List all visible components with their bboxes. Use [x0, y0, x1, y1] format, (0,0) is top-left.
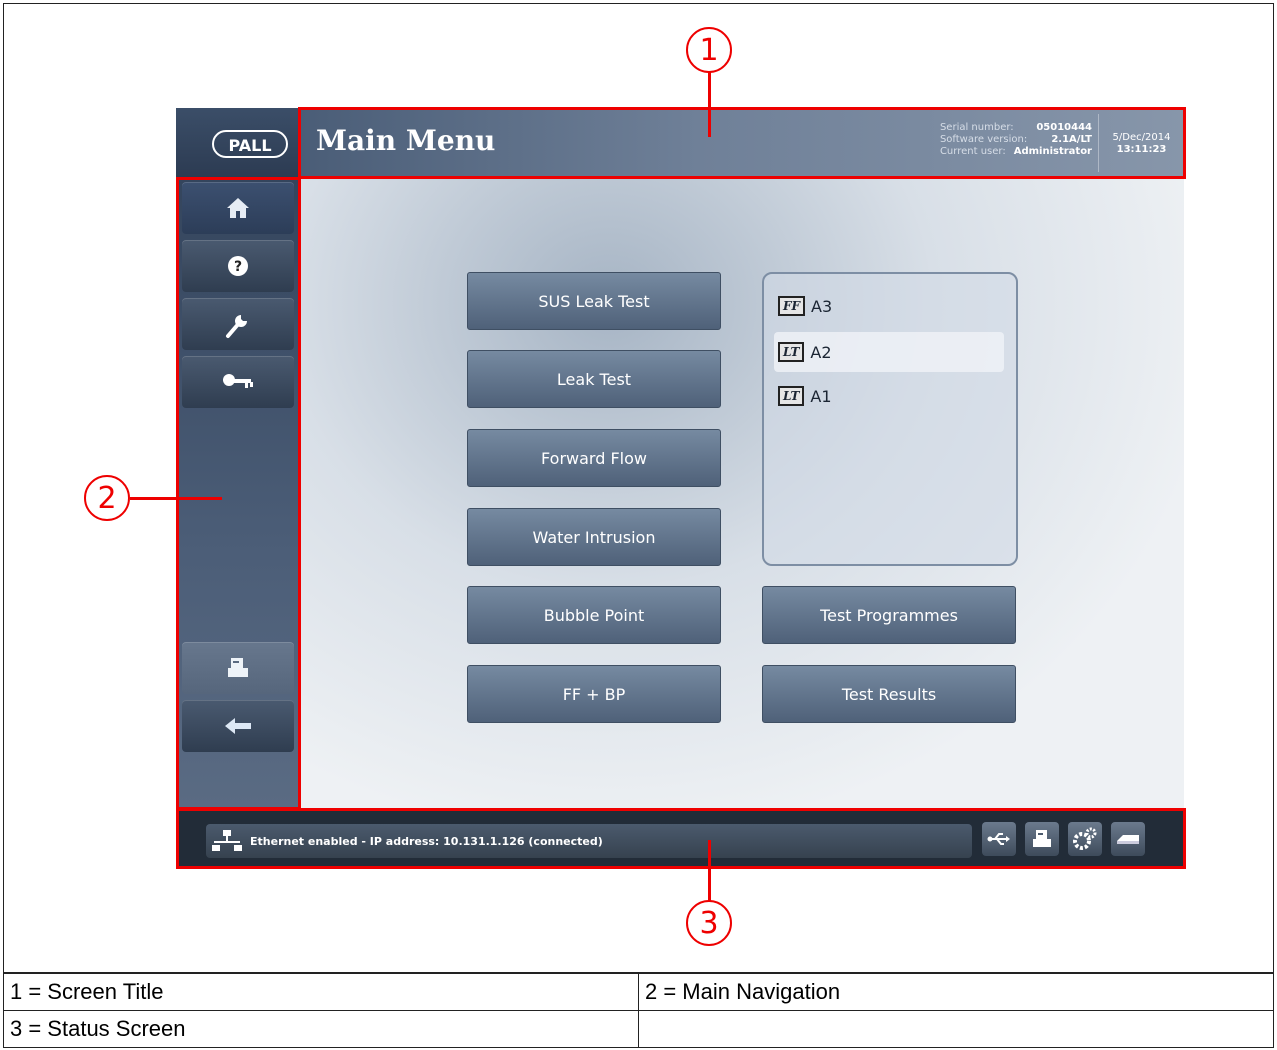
callout-number-2: 2: [84, 475, 130, 521]
logo-area: PALL: [176, 108, 300, 178]
legend-cell: [638, 1010, 1274, 1048]
test-results-button[interactable]: Test Results: [762, 665, 1016, 723]
program-type-badge: FF: [778, 296, 806, 316]
app-screen: PALL Main Menu Serial number: 05010444 So…: [176, 108, 1184, 868]
callout-line-2: [130, 497, 222, 500]
legend-cell: 3 = Status Screen: [3, 1010, 639, 1048]
ff-bp-button[interactable]: FF + BP: [467, 665, 721, 723]
legend-cell: 1 = Screen Title: [3, 973, 639, 1011]
bubble-point-button[interactable]: Bubble Point: [467, 586, 721, 644]
callout-box-screen-title: [298, 107, 1186, 179]
legend-table: 1 = Screen Title 2 = Main Navigation 3 =…: [3, 973, 1274, 1048]
callout-number-1: 1: [686, 27, 732, 73]
callout-box-main-navigation: [176, 177, 301, 810]
program-item[interactable]: LT A1: [774, 376, 1004, 416]
callout-box-status-screen: [176, 808, 1186, 869]
leak-test-button[interactable]: Leak Test: [467, 350, 721, 408]
callout-number-3: 3: [686, 900, 732, 946]
program-type-badge: LT: [778, 342, 805, 362]
forward-flow-button[interactable]: Forward Flow: [467, 429, 721, 487]
program-item[interactable]: FF A3: [774, 286, 1004, 326]
legend-cell: 2 = Main Navigation: [638, 973, 1274, 1011]
water-intrusion-button[interactable]: Water Intrusion: [467, 508, 721, 566]
program-type-badge: LT: [778, 386, 805, 406]
pall-logo: PALL: [212, 130, 288, 158]
program-list: FF A3 LT A2 LT A1: [762, 272, 1018, 566]
main-content: SUS Leak Test Leak Test Forward Flow Wat…: [300, 178, 1184, 808]
callout-line-3: [708, 840, 711, 902]
test-programmes-button[interactable]: Test Programmes: [762, 586, 1016, 644]
sus-leak-test-button[interactable]: SUS Leak Test: [467, 272, 721, 330]
callout-line-1: [708, 71, 711, 137]
program-label: A1: [810, 386, 832, 406]
program-label: A2: [810, 342, 832, 362]
program-label: A3: [811, 296, 833, 316]
program-item-selected[interactable]: LT A2: [774, 332, 1004, 372]
